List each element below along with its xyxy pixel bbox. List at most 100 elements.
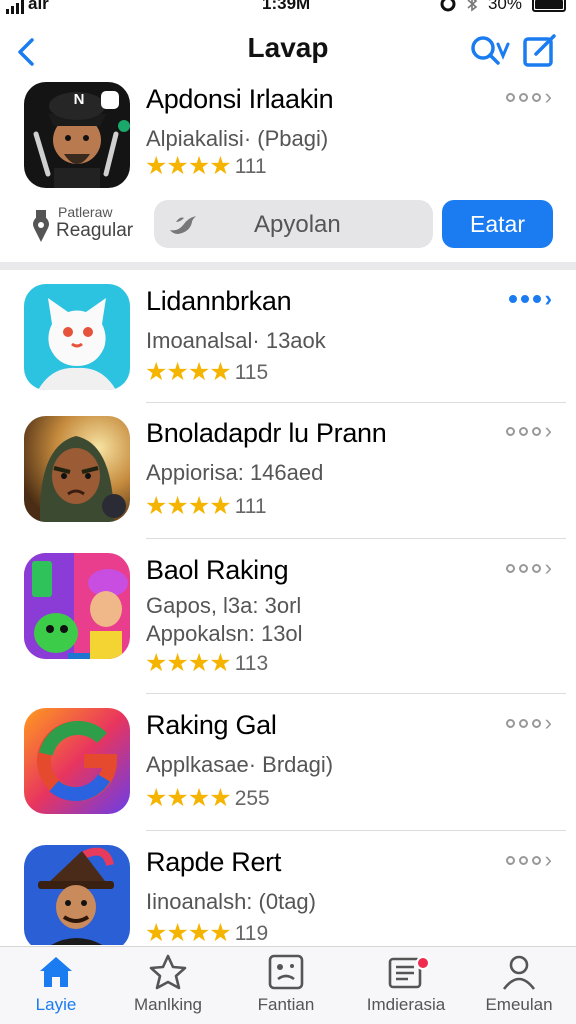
app-icon	[24, 416, 130, 522]
app-subtitle: Applkasae· Brdagi)	[146, 752, 334, 777]
search-icon	[471, 36, 510, 65]
star-icon: ★	[187, 492, 211, 520]
person-icon	[502, 955, 536, 990]
list-item[interactable]: Raking Gal Applkasae· Brdagi) ★ ★ ★ ★ 25…	[24, 708, 564, 818]
games-icon	[268, 954, 304, 990]
tab-news[interactable]: Imdierasia	[351, 953, 461, 1023]
tab-home[interactable]: Layie	[1, 953, 111, 1023]
more-button[interactable]: ›	[505, 710, 552, 735]
more-button[interactable]: ›	[505, 418, 552, 443]
star-icon: ★	[145, 649, 168, 677]
app-icon	[24, 845, 130, 945]
app-subtitle: Appiorisa: 146aed	[146, 460, 324, 485]
list-item[interactable]: Rapde Rert Iinoanalsh: (0tag) ★ ★ ★ ★ 11…	[24, 845, 564, 945]
chevron-right-icon: ›	[544, 418, 552, 443]
chevron-right-icon: ›	[544, 286, 552, 311]
app-icon	[24, 708, 130, 814]
star-icon: ★	[166, 649, 189, 677]
rating-count: 255	[234, 786, 270, 810]
star-icon: ★	[145, 919, 168, 946]
chevron-right-icon: ›	[544, 84, 552, 109]
tab-label: Imdierasia	[366, 995, 446, 1014]
more-dots-icon	[505, 563, 541, 573]
location-selector[interactable]: Patleraw Reagular	[32, 204, 142, 244]
star-icon: ★	[145, 358, 168, 386]
status-time: 1:39M	[262, 0, 311, 13]
rating-count: 111	[234, 154, 267, 178]
star-icon	[149, 954, 187, 990]
star-icon: ★	[209, 492, 232, 520]
status-bar: air 1:39M 30%	[0, 0, 576, 22]
rating-count: 119	[234, 921, 269, 945]
star-icon: ★	[166, 492, 189, 520]
rating-count: 111	[234, 494, 267, 518]
app-field-value: Apyolan	[254, 211, 341, 238]
tab-games[interactable]: Fantian	[231, 953, 341, 1023]
list-item[interactable]: Baol Raking Gapos, l3a: 3orl Appokalsn: …	[24, 553, 564, 681]
more-dots-icon	[505, 718, 541, 728]
status-left: air	[6, 0, 49, 14]
star-icon: ★	[209, 152, 232, 180]
rating-count: 115	[234, 360, 269, 384]
tab-label: Manlking	[133, 995, 203, 1014]
more-dots-icon	[505, 855, 541, 865]
app-name: Lidannbrkan	[146, 286, 292, 316]
star-icon: ★	[209, 919, 232, 946]
home-icon	[40, 957, 72, 987]
more-dots-icon	[508, 295, 541, 303]
more-button[interactable]: ›	[505, 849, 552, 871]
star-icon: ★	[209, 649, 232, 677]
star-icon: ★	[145, 152, 168, 180]
featured-app-name: Apdonsi Irlaakin	[146, 84, 334, 114]
star-icon: ★	[187, 784, 211, 812]
app-icon	[24, 284, 130, 390]
star-icon: ★	[187, 152, 211, 180]
app-rating: ★ ★ ★ ★ 115	[145, 360, 268, 385]
app-field[interactable]: Apyolan	[154, 200, 433, 248]
location-label: Reagular	[56, 220, 134, 241]
row-divider	[146, 402, 566, 403]
compose-icon	[523, 34, 556, 67]
row-divider	[146, 538, 566, 539]
tab-label: Emeulan	[485, 995, 553, 1014]
star-icon: ★	[145, 784, 168, 812]
list-item[interactable]: Lidannbrkan Imoanalsal· 13aok ★ ★ ★ ★ 11…	[24, 284, 564, 394]
get-button[interactable]: Eatar	[442, 200, 553, 248]
star-icon: ★	[145, 492, 168, 520]
more-button[interactable]: ›	[508, 286, 552, 311]
location-pin-icon	[33, 210, 49, 242]
app-name: Rapde Rert	[146, 847, 282, 877]
tab-label: Layie	[35, 995, 77, 1014]
featured-more-button[interactable]: ›	[505, 84, 552, 109]
app-rating: ★ ★ ★ ★ 113	[145, 651, 268, 676]
star-icon: ★	[166, 358, 189, 386]
star-icon: ★	[209, 358, 232, 386]
app-subtitle-secondary: Appokalsn: 13ol	[146, 621, 303, 646]
search-button[interactable]	[468, 30, 510, 70]
featured-actions: Patleraw Reagular Apyolan Eatar	[0, 200, 576, 250]
tab-profile[interactable]: Emeulan	[464, 953, 574, 1023]
chevron-right-icon: ›	[544, 555, 552, 580]
star-icon: ★	[209, 784, 232, 812]
app-rating: ★ ★ ★ ★ 111	[145, 494, 267, 519]
tab-ranking[interactable]: Manlking	[113, 953, 223, 1023]
row-divider	[146, 830, 566, 831]
carrier-label: air	[28, 0, 49, 13]
featured-app-icon: N	[24, 82, 130, 188]
more-button[interactable]: ›	[505, 555, 552, 580]
app-name: Raking Gal	[146, 710, 277, 740]
app-name: Baol Raking	[146, 555, 289, 585]
chevron-right-icon: ›	[544, 710, 552, 735]
app-subtitle: Imoanalsal· 13aok	[146, 328, 326, 353]
battery-icon	[532, 0, 566, 12]
app-rating: ★ ★ ★ ★ 119	[145, 919, 269, 946]
app-icon	[24, 553, 130, 659]
featured-app-subtitle: Alpiakalisi· (Pbagi)	[146, 126, 329, 151]
compose-button[interactable]	[520, 30, 560, 70]
list-item[interactable]: Bnoladapdr lu Prann Appiorisa: 146aed ★ …	[24, 416, 564, 526]
location-caption: Patleraw	[58, 204, 113, 220]
star-icon: ★	[166, 152, 189, 180]
rating-count: 113	[234, 651, 269, 675]
featured-app[interactable]: N Apdonsi Irlaakin Alpiakalisi· (Pbagi) …	[24, 82, 564, 192]
star-icon: ★	[187, 649, 211, 677]
